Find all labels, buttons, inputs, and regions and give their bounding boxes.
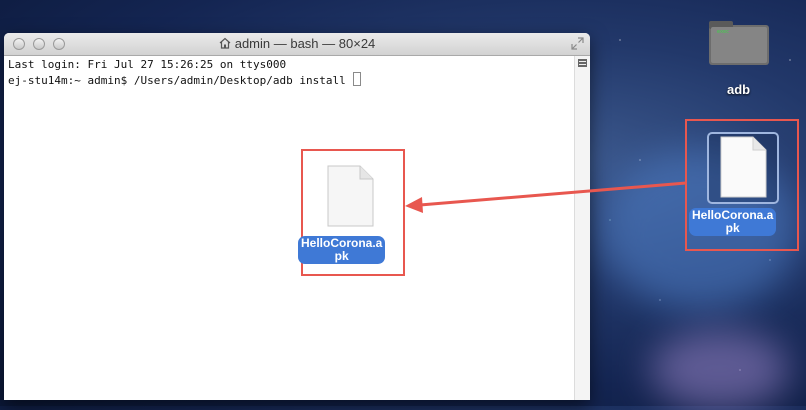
split-pane-icon[interactable] (578, 59, 587, 67)
fullscreen-icon[interactable] (571, 37, 584, 50)
document-icon[interactable] (325, 165, 375, 227)
adb-folder-label[interactable]: adb (727, 82, 750, 97)
window-title: admin — bash — 80×24 (4, 36, 590, 51)
text-cursor (353, 72, 362, 86)
document-icon[interactable] (718, 136, 768, 198)
folder-exec-tag: exec (717, 29, 729, 35)
terminal-content[interactable]: Last login: Fri Jul 27 15:26:25 on ttys0… (4, 56, 574, 400)
terminal-line-prompt: ej-stu14m:~ admin$ /Users/admin/Desktop/… (8, 72, 570, 88)
file-label-line2: pk (334, 249, 349, 263)
adb-folder-icon[interactable]: exec (709, 21, 769, 66)
desktop-file-label[interactable]: HelloCorona.a pk (689, 208, 777, 236)
dragged-file-label[interactable]: HelloCorona.a pk (298, 236, 386, 264)
window-title-text: admin — bash — 80×24 (234, 36, 376, 51)
file-label-line2: pk (725, 221, 740, 235)
wallpaper-nebula (650, 330, 790, 410)
vertical-scrollbar[interactable] (574, 56, 590, 400)
titlebar[interactable]: admin — bash — 80×24 (4, 33, 590, 56)
terminal-line-last-login: Last login: Fri Jul 27 15:26:25 on ttys0… (8, 58, 287, 71)
prompt-command-text: ej-stu14m:~ admin$ /Users/admin/Desktop/… (8, 74, 353, 87)
terminal-window[interactable]: admin — bash — 80×24 Last login: Fri Jul… (4, 33, 590, 400)
home-icon (219, 37, 231, 49)
